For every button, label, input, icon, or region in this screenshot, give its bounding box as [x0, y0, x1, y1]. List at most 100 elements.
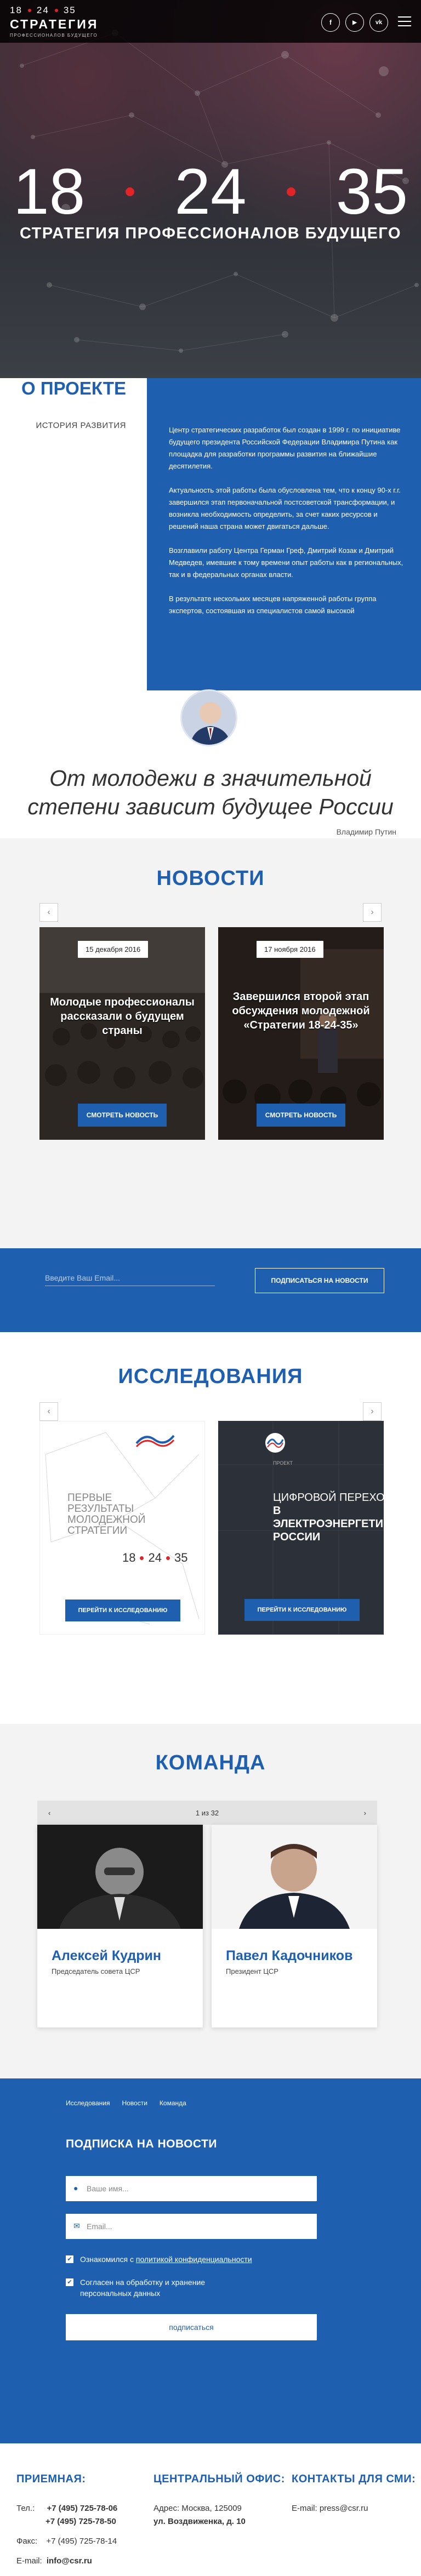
office-title: ЦЕНТРАЛЬНЫЙ ОФИС:	[153, 2473, 285, 2485]
research-cover-title: ЦИФРОВОЙ ПЕРЕХОД В ЭЛЕКТРОЭНЕРГЕТИКЕ РОС…	[273, 1492, 384, 1543]
subscribe-band: Введите Ваш Email... ПОДПИСАТЬСЯ НА НОВО…	[0, 1248, 421, 1332]
csr-logo-icon	[133, 1430, 177, 1450]
press-email-link[interactable]: press@csr.ru	[320, 2504, 368, 2513]
privacy-policy-link[interactable]: политикой конфиденциальности	[136, 2255, 252, 2264]
logo-num-3: 35	[63, 5, 76, 15]
youtube-icon[interactable]: ▶	[345, 13, 364, 32]
news-date: 15 декабря 2016	[78, 941, 149, 958]
news-prev-arrow-icon[interactable]: ‹	[39, 903, 58, 922]
news-card[interactable]: 17 ноября 2016 Завершился второй этап об…	[218, 927, 384, 1140]
privacy-consent[interactable]: ✔ Ознакомился с политикой конфиденциальн…	[66, 2254, 252, 2265]
data-processing-checkbox[interactable]: ✔	[66, 2278, 73, 2286]
about-paragraph: В результате нескольких месяцев напряжен…	[169, 595, 377, 615]
member-name: Павел Кадочников	[226, 1948, 353, 1963]
open-research-button[interactable]: ПЕРЕЙТИ К ИССЛЕДОВАНИЮ	[244, 1599, 360, 1621]
email-label: E-mail:	[16, 2556, 42, 2566]
dot-icon	[140, 1556, 144, 1560]
quote-text: От молодежи в значительной степени завис…	[27, 766, 394, 819]
hero-num-24: 24	[174, 156, 247, 228]
news-card[interactable]: 15 декабря 2016 Молодые профессионалы ра…	[39, 927, 205, 1140]
author-portrait	[180, 689, 237, 746]
nav-news-link[interactable]: Новости	[122, 2099, 147, 2107]
about-paragraph: Актуальность этой работы была обусловлен…	[169, 486, 401, 530]
about-text-panel: Центр стратегических разработок был созд…	[147, 378, 421, 690]
hamburger-menu-icon[interactable]	[398, 16, 411, 26]
team-page-counter: 1 из 32	[195, 1808, 219, 1817]
team-member-card[interactable]: Павел Кадочников Президент ЦСР	[212, 1825, 377, 2027]
office-street: ул. Воздвиженка, д. 10	[153, 2517, 246, 2526]
about-title: О ПРОЕКТЕ	[21, 378, 126, 398]
email-field[interactable]: Введите Ваш Email...	[45, 1273, 215, 1286]
about-section: О ПРОЕКТЕ ИСТОРИЯ РАЗВИТИЯ Центр стратег…	[0, 378, 421, 690]
news-date: 17 ноября 2016	[257, 941, 323, 958]
hero-dot-icon	[125, 187, 134, 196]
quote-author: Владимир Путин	[336, 827, 396, 836]
about-paragraph: Центр стратегических разработок был созд…	[169, 426, 401, 470]
privacy-checkbox[interactable]: ✔	[66, 2255, 73, 2263]
tel-link[interactable]: +7 (495) 725-78-50	[45, 2517, 116, 2526]
nav-research-link[interactable]: Исследования	[66, 2099, 110, 2107]
email-link[interactable]: info@csr.ru	[47, 2556, 92, 2566]
facebook-icon[interactable]: f	[321, 13, 340, 32]
site-footer: ПРИЕМНАЯ: Тел.: +7 (495) 725-78-06 +7 (4…	[0, 2443, 421, 2576]
research-next-arrow-icon[interactable]: ›	[363, 1402, 382, 1421]
hero-section: 18 24 35 СТРАТЕГИЯ ПРОФЕССИОНАЛОВ БУДУЩЕ…	[0, 0, 421, 378]
nav-team-link[interactable]: Команда	[160, 2099, 186, 2107]
team-prev-arrow-icon[interactable]: ‹	[48, 1809, 50, 1817]
fax-number: +7 (495) 725-78-14	[46, 2537, 117, 2546]
hero-numbers: 18 24 35	[13, 155, 408, 229]
open-research-button[interactable]: ПЕРЕЙТИ К ИССЛЕДОВАНИЮ	[65, 1600, 180, 1621]
team-title: КОМАНДА	[155, 1751, 266, 1774]
view-news-button[interactable]: СМОТРЕТЬ НОВОСТЬ	[257, 1104, 345, 1127]
research-title: ИССЛЕДОВАНИЯ	[118, 1365, 303, 1388]
news-card-title: Молодые профессионалы рассказали о будущ…	[50, 996, 195, 1037]
quote-section: От молодежи в значительной степени завис…	[0, 689, 421, 838]
news-next-arrow-icon[interactable]: ›	[363, 903, 382, 922]
data-processing-consent[interactable]: ✔ Согласен на обработку и хранение персо…	[66, 2277, 230, 2299]
site-header: 18 24 35 СТРАТЕГИЯ ПРОФЕССИОНАЛОВ БУДУЩЕ…	[0, 0, 421, 43]
tel-link[interactable]: +7 (495) 725-78-06	[47, 2504, 117, 2513]
subscribe-form-section: Исследования Новости Команда ПОДПИСКА НА…	[0, 2078, 421, 2443]
research-card[interactable]: ПЕРВЫЕ РЕЗУЛЬТАТЫ МОЛОДЕЖНОЙ СТРАТЕГИИ 1…	[39, 1421, 205, 1635]
site-logo[interactable]: 18 24 35 СТРАТЕГИЯ ПРОФЕССИОНАЛОВ БУДУЩЕ…	[10, 5, 98, 38]
research-cover-numbers: 18 24 35	[122, 1551, 188, 1564]
research-prev-arrow-icon[interactable]: ‹	[39, 1402, 58, 1421]
team-next-arrow-icon[interactable]: ›	[364, 1809, 366, 1817]
about-paragraph: Возглавили работу Центра Герман Греф, Дм…	[169, 546, 403, 579]
social-links: f ▶ vk	[321, 13, 388, 32]
news-title: НОВОСТИ	[156, 867, 265, 890]
logo-tagline: ПРОФЕССИОНАЛОВ БУДУЩЕГО	[10, 33, 98, 38]
email-label: E-mail:	[292, 2504, 320, 2513]
research-card[interactable]: ПРОЕКТ ЦИФРОВОЙ ПЕРЕХОД В ЭЛЕКТРОЭНЕРГЕТ…	[218, 1421, 384, 1635]
about-subtitle: ИСТОРИЯ РАЗВИТИЯ	[36, 421, 126, 430]
logo-dot-icon	[54, 9, 58, 12]
research-section: ИССЛЕДОВАНИЯ ‹ › ПЕРВЫЕ РЕЗУЛЬТАТЫ МОЛОД…	[0, 1332, 421, 1724]
logo-word: СТРАТЕГИЯ	[10, 17, 99, 31]
research-cover-label: ПРОЕКТ	[273, 1460, 293, 1466]
media-contacts-title: КОНТАКТЫ ДЛЯ СМИ:	[292, 2473, 416, 2485]
member-name: Алексей Кудрин	[52, 1948, 161, 1963]
research-cover-title: ПЕРВЫЕ РЕЗУЛЬТАТЫ МОЛОДЕЖНОЙ СТРАТЕГИИ	[67, 1492, 146, 1537]
csr-logo-icon	[264, 1432, 286, 1454]
office-address: Адрес: Москва, 125009	[153, 2504, 242, 2513]
logo-num-1: 18	[10, 5, 22, 15]
hero-num-35: 35	[335, 156, 408, 228]
name-field[interactable]: ● Ваше имя...	[66, 2176, 317, 2201]
hero-num-18: 18	[13, 156, 86, 228]
team-member-card[interactable]: Алексей Кудрин Председатель совета ЦСР	[37, 1825, 203, 2027]
team-section: КОМАНДА ‹ 1 из 32 › Алексей Кудрин Предс…	[0, 1724, 421, 2078]
subscribe-form-title: ПОДПИСКА НА НОВОСТИ	[66, 2138, 217, 2150]
logo-dot-icon	[27, 9, 31, 12]
view-news-button[interactable]: СМОТРЕТЬ НОВОСТЬ	[78, 1104, 167, 1127]
footer-nav: Исследования Новости Команда	[66, 2099, 186, 2107]
email-field[interactable]: ✉ Email...	[66, 2214, 317, 2239]
subscribe-submit-button[interactable]: подписаться	[66, 2314, 317, 2340]
dot-icon	[166, 1556, 170, 1560]
logo-num-2: 24	[36, 5, 49, 15]
member-photo	[37, 1825, 203, 1929]
tel-label: Тел.:	[16, 2504, 35, 2513]
news-section: НОВОСТИ ‹ › 15 декабря 2016 Молодые проф…	[0, 838, 421, 1248]
vk-icon[interactable]: vk	[369, 13, 388, 32]
subscribe-news-button[interactable]: ПОДПИСАТЬСЯ НА НОВОСТИ	[255, 1268, 384, 1293]
member-role: Председатель совета ЦСР	[52, 1967, 140, 1975]
